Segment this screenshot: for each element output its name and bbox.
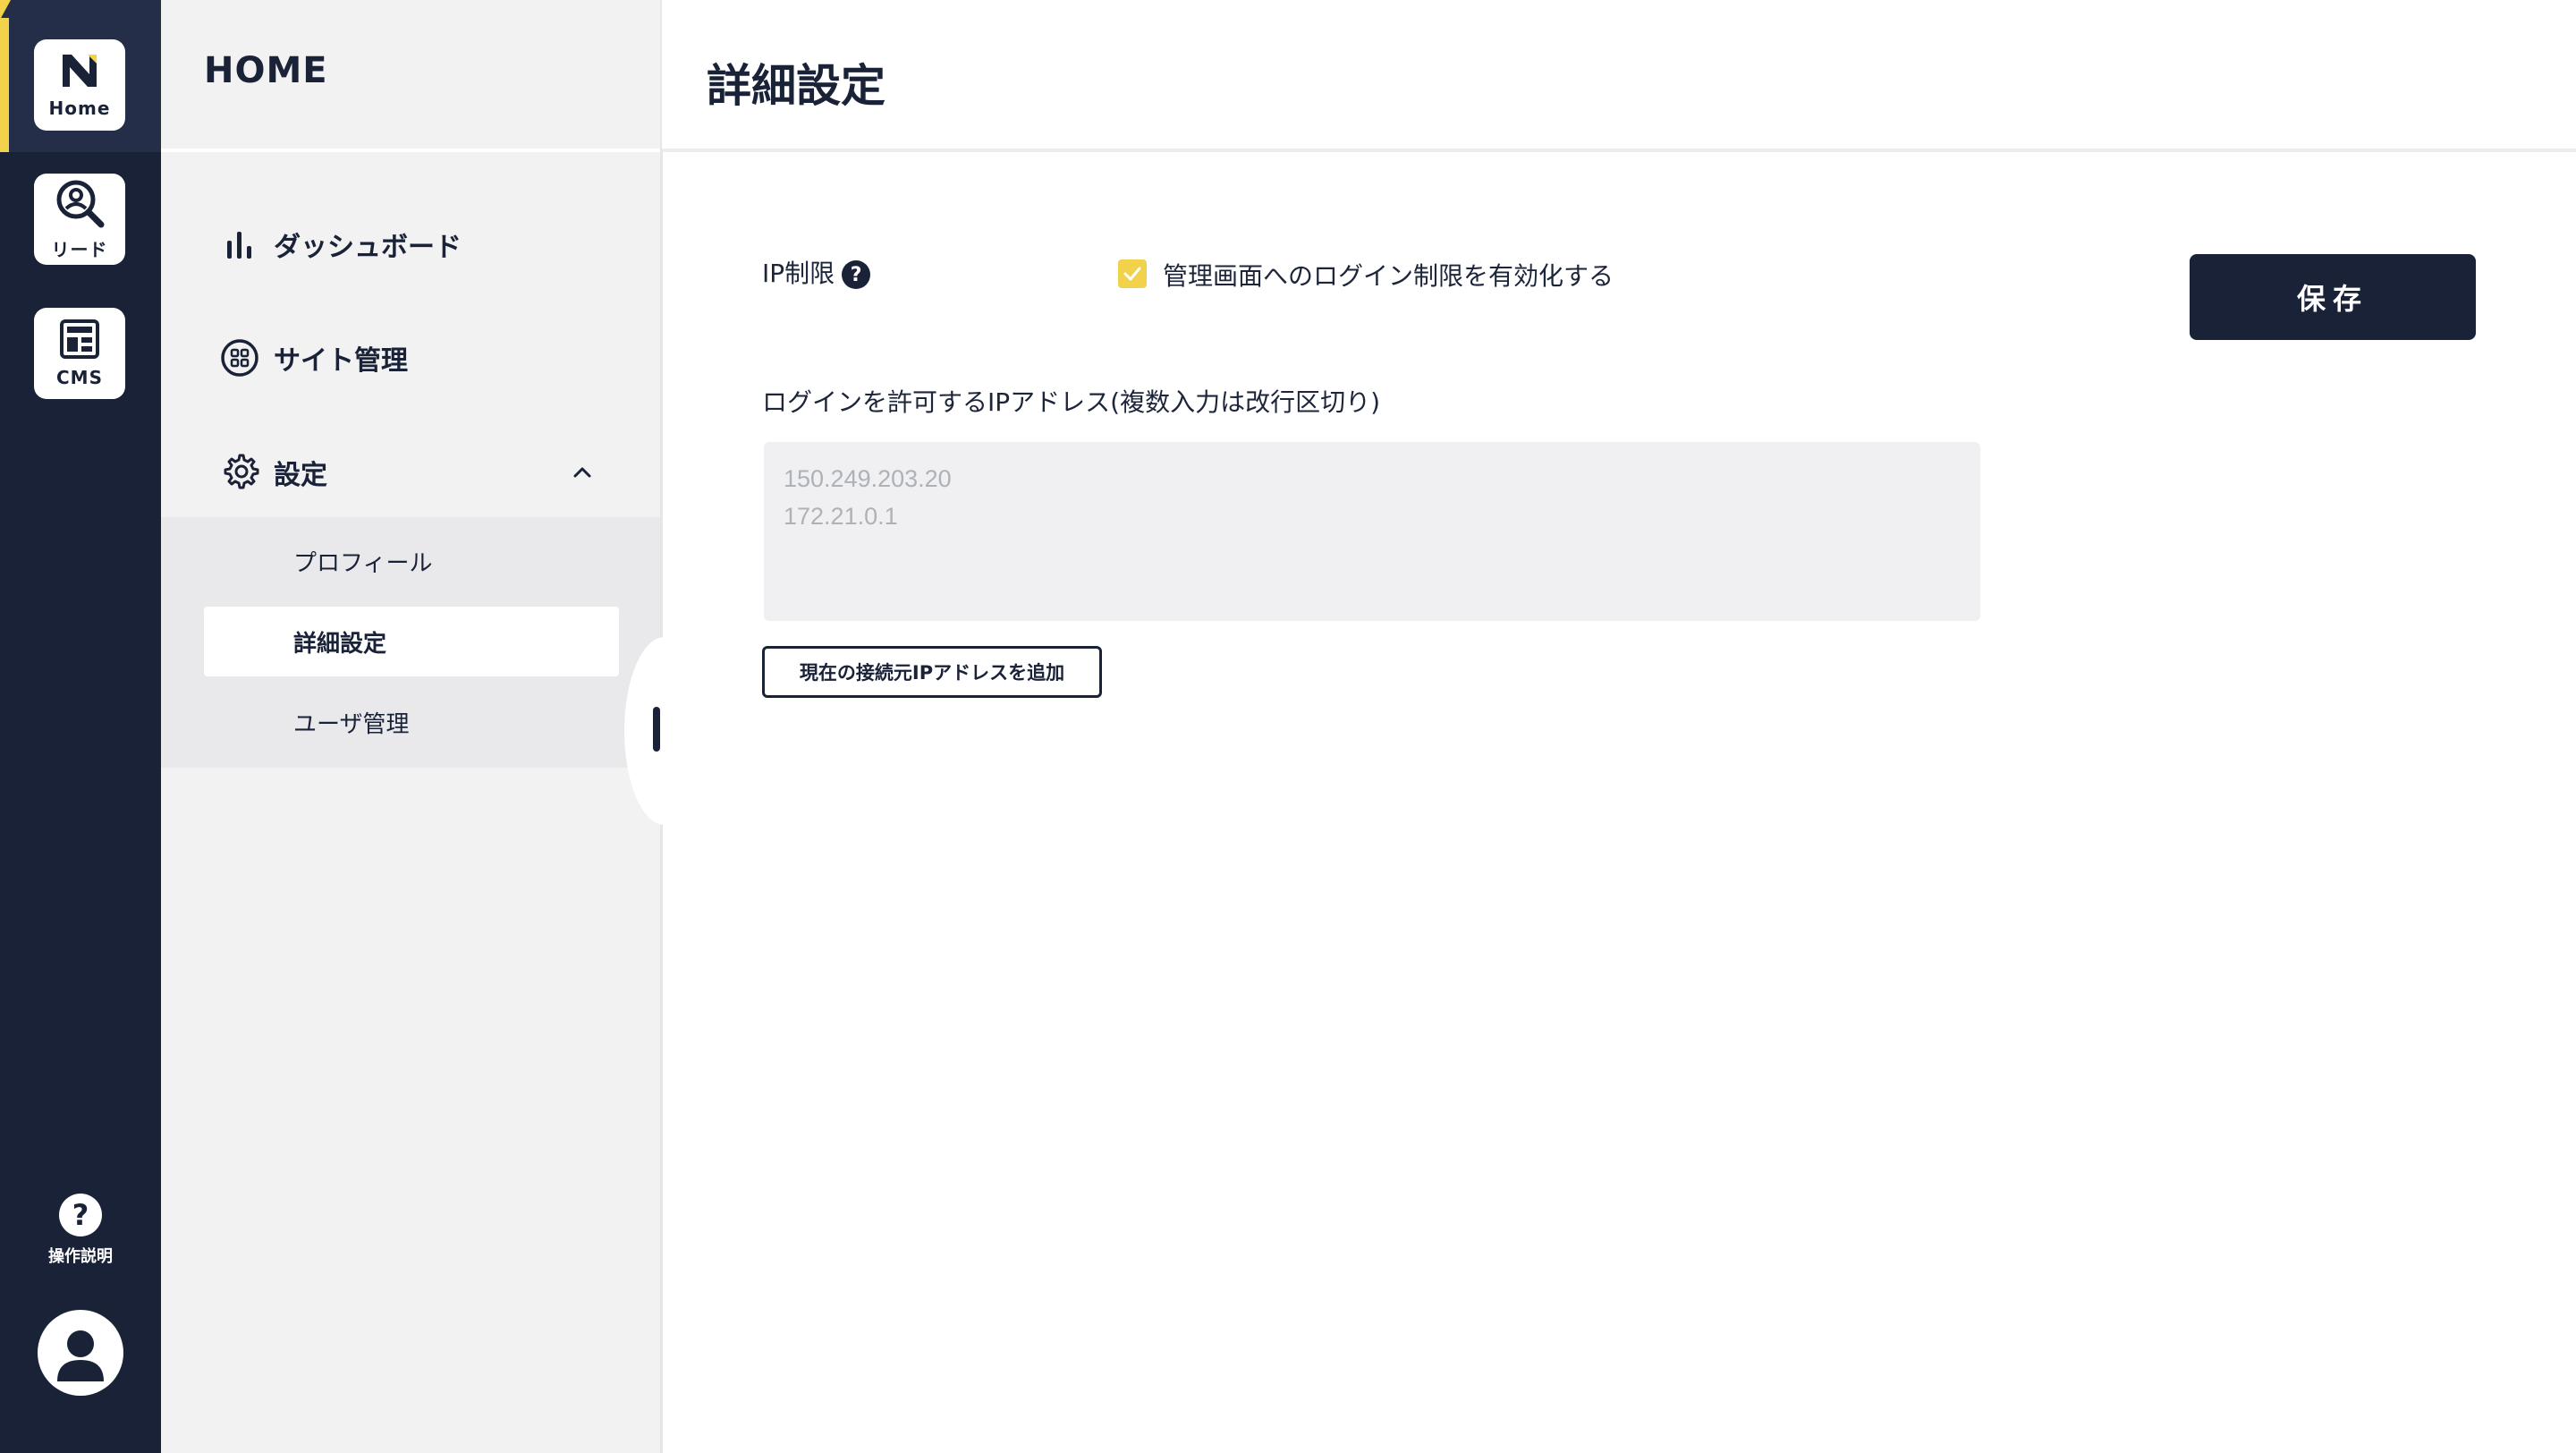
submenu-item-profile[interactable]: プロフィール	[204, 526, 619, 596]
main-header: 詳細設定	[662, 0, 2576, 152]
login-restriction-checkbox[interactable]	[1118, 259, 1147, 288]
lead-search-icon	[53, 178, 106, 232]
rail-home-button[interactable]: Home	[34, 39, 125, 131]
home-logo-icon	[57, 51, 102, 94]
sidebar-collapse-bulge	[624, 637, 705, 825]
cms-layout-icon	[59, 319, 100, 363]
sidebar-item-label: サイト管理	[274, 345, 408, 377]
sidebar: HOME ダッシュボード サイト管理 設定 プロフィール 詳細設定 ユーザ管理	[161, 0, 662, 1453]
help-icon: ?	[59, 1194, 102, 1236]
rail-cms-label: CMS	[56, 367, 103, 388]
sidebar-item-dashboard[interactable]: ダッシュボード	[161, 204, 662, 285]
ip-restriction-label: IP制限	[762, 259, 835, 288]
sidebar-collapse-handle[interactable]	[653, 707, 660, 752]
ip-list-label: ログインを許可するIPアドレス(複数入力は改行区切り)	[762, 387, 1380, 417]
bar-chart-icon	[218, 223, 261, 266]
rail-lead-button[interactable]: リード	[34, 174, 125, 265]
ip-restriction-field: IP制限?	[762, 254, 871, 290]
rail-lead-label: リード	[51, 238, 108, 260]
help-label: 操作説明	[48, 1247, 113, 1266]
sidebar-item-label: 設定	[274, 460, 327, 491]
rail-home-label: Home	[48, 98, 111, 119]
sidebar-item-label: ダッシュボード	[274, 232, 462, 263]
sidebar-item-site[interactable]: サイト管理	[161, 318, 662, 398]
page-title: 詳細設定	[707, 60, 886, 112]
icon-rail: Home リード CMS ? 操作説明	[0, 0, 161, 1453]
site-grid-icon	[218, 336, 261, 379]
check-icon	[1123, 267, 1141, 281]
submenu-item-users[interactable]: ユーザ管理	[204, 687, 619, 757]
rail-corner-mark	[0, 0, 11, 20]
ip-address-textarea[interactable]	[764, 442, 1980, 621]
gear-icon	[218, 451, 261, 494]
login-restriction-label[interactable]: 管理画面へのログイン制限を有効化する	[1163, 257, 1614, 293]
sidebar-title: HOME	[204, 50, 328, 91]
user-avatar-icon	[57, 1330, 104, 1381]
chevron-up-icon[interactable]	[565, 455, 599, 489]
rail-active-accent	[0, 18, 9, 152]
save-button[interactable]: 保存	[2190, 254, 2476, 340]
sidebar-header: HOME	[161, 0, 662, 152]
add-current-ip-button[interactable]: 現在の接続元IPアドレスを追加	[762, 646, 1102, 698]
user-avatar[interactable]	[38, 1310, 123, 1396]
submenu-item-advanced[interactable]: 詳細設定	[204, 607, 619, 676]
settings-submenu: プロフィール 詳細設定 ユーザ管理	[161, 517, 662, 768]
question-icon[interactable]: ?	[842, 260, 871, 289]
help-button[interactable]: ? 操作説明	[18, 1194, 143, 1267]
rail-cms-button[interactable]: CMS	[34, 308, 125, 399]
sidebar-item-settings[interactable]: 設定	[161, 432, 662, 513]
